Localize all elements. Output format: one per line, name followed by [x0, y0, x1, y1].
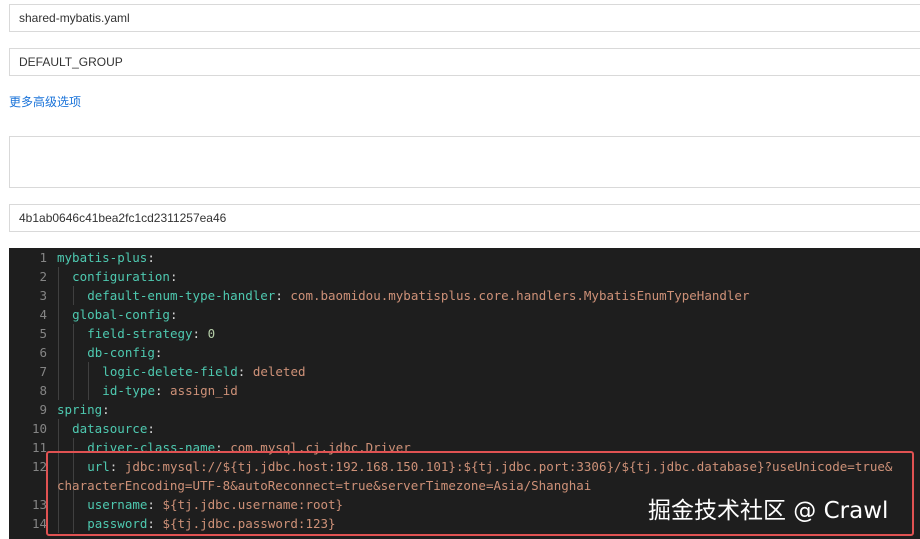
line-number: 9	[39, 402, 47, 417]
code-text: db-config:	[87, 345, 163, 360]
code-text: global-config:	[72, 307, 178, 322]
line-number: 12	[31, 459, 47, 474]
code-line: 1 mybatis-plus:	[9, 248, 920, 267]
code-line: 8 id-type: assign_id	[9, 381, 920, 400]
yaml-value: assign_id	[170, 383, 238, 398]
code-text: password: ${tj.jdbc.password:123}	[87, 516, 336, 531]
code-text: datasource:	[72, 421, 155, 436]
data-id-field[interactable]: shared-mybatis.yaml	[9, 4, 920, 32]
yaml-value: ${tj.jdbc.password:123}	[162, 516, 336, 531]
line-number: 8	[39, 383, 47, 398]
line-number: 4	[39, 307, 47, 322]
group-field[interactable]: DEFAULT_GROUP	[9, 48, 920, 76]
line-number: 14	[31, 516, 47, 531]
code-text: field-strategy: 0	[87, 326, 216, 341]
yaml-key: spring	[57, 402, 103, 417]
yaml-key: datasource	[72, 421, 148, 436]
code-line: 11 driver-class-name: com.mysql.cj.jdbc.D…	[9, 438, 920, 457]
code-text: id-type: assign_id	[102, 383, 238, 398]
yaml-value: 0	[207, 326, 216, 341]
yaml-key: field-strategy	[87, 326, 193, 341]
yaml-key: id-type	[102, 383, 155, 398]
line-number: 2	[39, 269, 47, 284]
line-number: 5	[39, 326, 47, 341]
line-number: 3	[39, 288, 47, 303]
code-line: 10 datasource:	[9, 419, 920, 438]
yaml-value: deleted	[252, 364, 306, 379]
code-line: 3 default-enum-type-handler: com.baomidou…	[9, 286, 920, 305]
line-number: 7	[39, 364, 47, 379]
code-line: 12 url: jdbc:mysql://${tj.jdbc.host:192.1…	[9, 457, 920, 476]
more-advanced-options-link[interactable]: 更多高级选项	[9, 93, 81, 110]
code-line: 9 spring:	[9, 400, 920, 419]
code-line: 5 field-strategy: 0	[9, 324, 920, 343]
yaml-key: configuration	[72, 269, 170, 284]
code-text: characterEncoding=UTF-8&autoReconnect=tr…	[57, 476, 591, 495]
md5-value: 4b1ab0646c41bea2fc1cd2311257ea46	[19, 211, 227, 225]
code-text: configuration:	[72, 269, 178, 284]
code-text: logic-delete-field: deleted	[102, 364, 306, 379]
code-line: 6 db-config:	[9, 343, 920, 362]
code-text: spring:	[57, 402, 110, 417]
yaml-key: password	[87, 516, 148, 531]
yaml-key: username	[87, 497, 148, 512]
description-textarea[interactable]	[9, 136, 920, 188]
yaml-value: jdbc:mysql://${tj.jdbc.host:192.168.150.…	[124, 459, 893, 474]
code-text: username: ${tj.jdbc.username:root}	[87, 497, 344, 512]
code-text: driver-class-name: com.mysql.cj.jdbc.Dri…	[87, 440, 411, 455]
yaml-value: characterEncoding=UTF-8&autoReconnect=tr…	[57, 478, 592, 493]
code-text: url: jdbc:mysql://${tj.jdbc.host:192.168…	[87, 459, 893, 474]
code-line: 7 logic-delete-field: deleted	[9, 362, 920, 381]
line-number: 10	[31, 421, 47, 436]
yaml-key: driver-class-name	[87, 440, 216, 455]
code-line: 2 configuration:	[9, 267, 920, 286]
yaml-key: logic-delete-field	[102, 364, 238, 379]
yaml-value: ${tj.jdbc.username:root}	[162, 497, 344, 512]
yaml-key: mybatis-plus	[57, 250, 148, 265]
line-number: 6	[39, 345, 47, 360]
code-line: 4 global-config:	[9, 305, 920, 324]
yaml-value: com.mysql.cj.jdbc.Driver	[230, 440, 411, 455]
line-number: 13	[31, 497, 47, 512]
yaml-key: default-enum-type-handler	[87, 288, 276, 303]
watermark: 掘金技术社区 @ Crawl	[648, 498, 889, 524]
yaml-key: global-config	[72, 307, 170, 322]
md5-field[interactable]: 4b1ab0646c41bea2fc1cd2311257ea46	[9, 204, 920, 232]
yaml-key: url	[87, 459, 110, 474]
data-id-value: shared-mybatis.yaml	[19, 11, 130, 25]
code-text: default-enum-type-handler: com.baomidou.…	[87, 288, 750, 303]
group-value: DEFAULT_GROUP	[19, 55, 123, 69]
yaml-value: com.baomidou.mybatisplus.core.handlers.M…	[290, 288, 750, 303]
code-text: mybatis-plus:	[57, 250, 155, 265]
yaml-key: db-config	[87, 345, 155, 360]
line-number: 11	[31, 440, 47, 455]
line-number: 1	[39, 250, 47, 265]
